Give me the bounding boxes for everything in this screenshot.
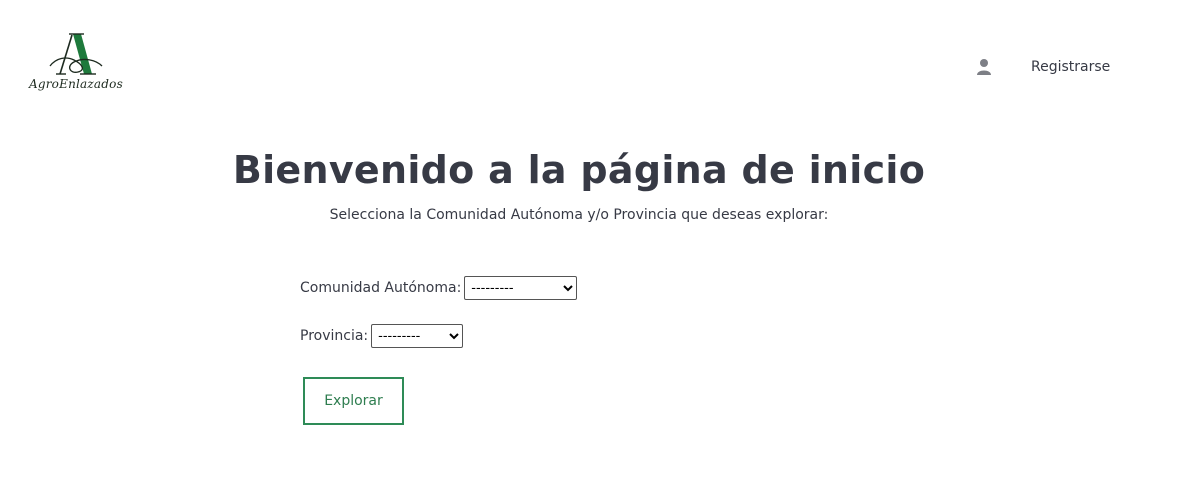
page-title: Bienvenido a la página de inicio — [232, 148, 926, 192]
logo-text: AgroEnlazados — [29, 77, 123, 91]
provincia-label: Provincia: — [300, 328, 369, 344]
logo[interactable]: AgroEnlazados — [26, 30, 124, 102]
comunidad-label: Comunidad Autónoma: — [300, 280, 462, 296]
logo-icon — [49, 33, 103, 75]
comunidad-row: Comunidad Autónoma: --------- — [300, 276, 578, 300]
provincia-select[interactable]: --------- — [371, 324, 464, 348]
provincia-row: Provincia: --------- — [300, 324, 464, 348]
explore-button[interactable]: Explorar — [303, 377, 404, 425]
page: AgroEnlazados Registrarse Bienvenido a l… — [0, 0, 1182, 486]
user-icon[interactable] — [974, 57, 994, 77]
comunidad-select[interactable]: --------- — [464, 276, 578, 300]
register-link[interactable]: Registrarse — [1031, 59, 1110, 75]
page-subtitle: Selecciona la Comunidad Autónoma y/o Pro… — [329, 207, 829, 223]
